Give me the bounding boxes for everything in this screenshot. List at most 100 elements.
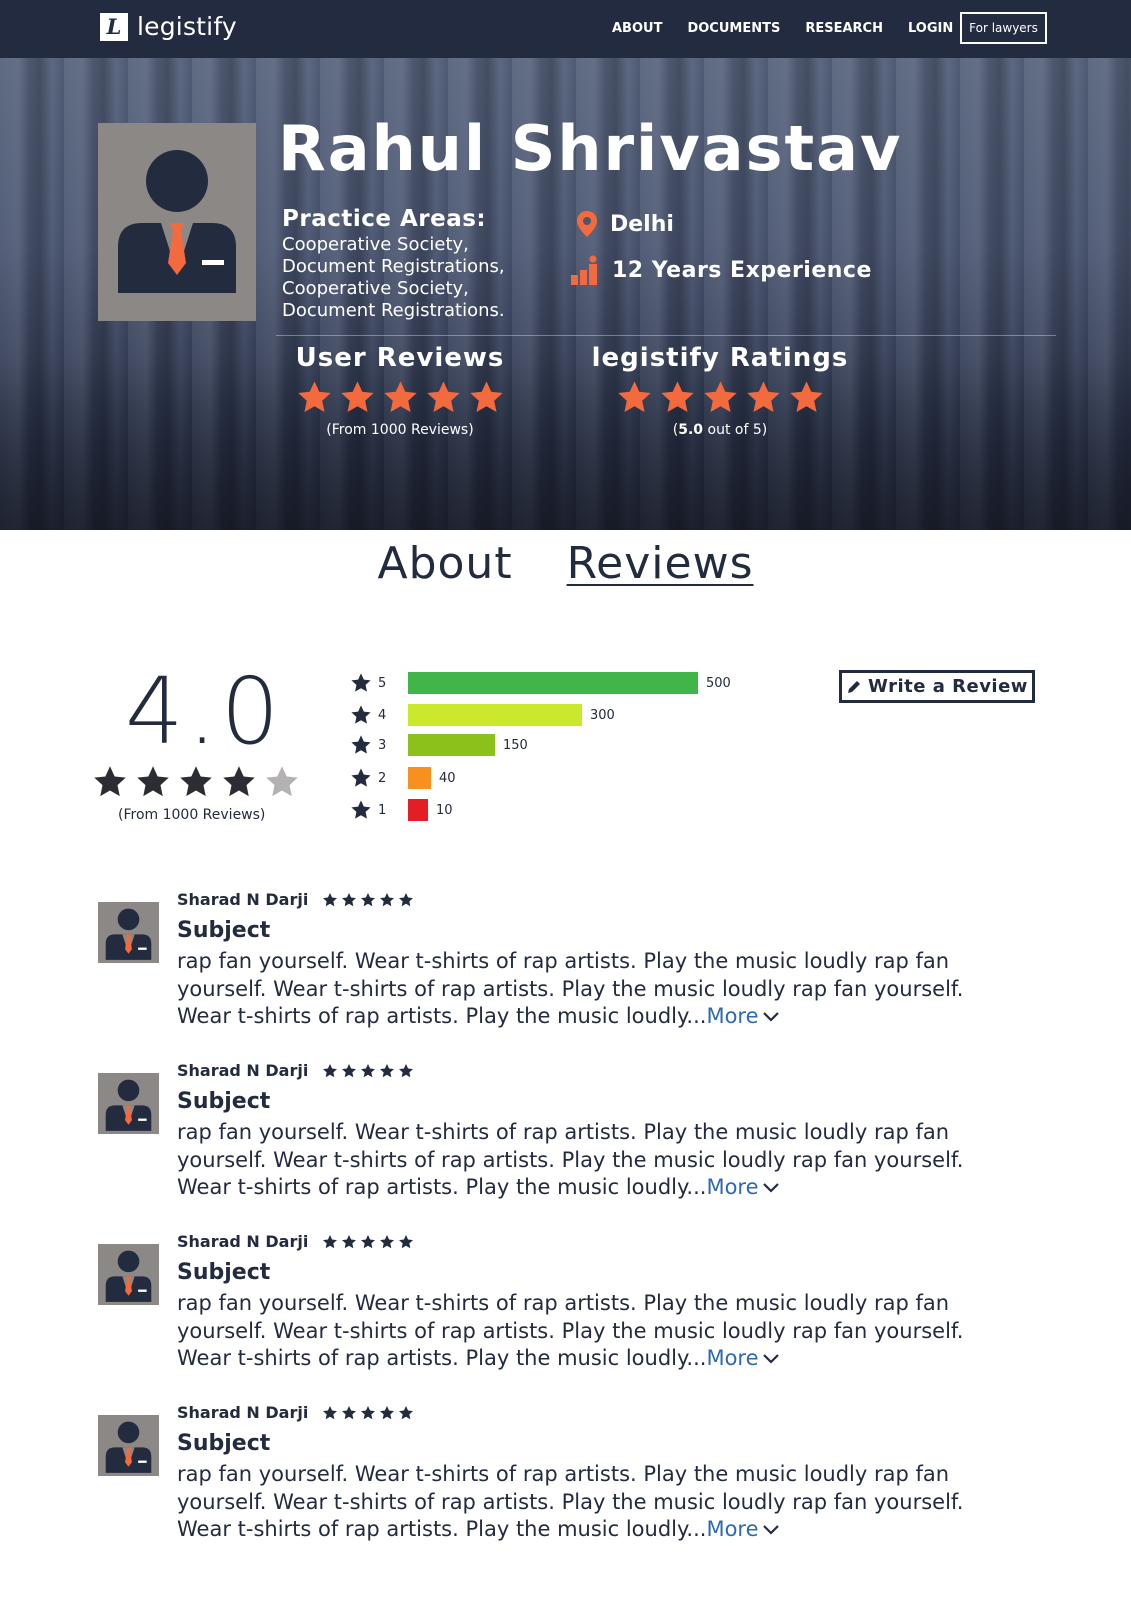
legistify-ratings-title: legistify Ratings [591,343,849,373]
reviewer-name-row: Sharad N Darji [177,1061,417,1080]
chevron-down-icon[interactable] [762,1183,779,1193]
legistify-score-suffix: out of 5) [703,422,768,438]
legistify-rating-stars [580,379,860,416]
review-subject: Subject [177,918,271,943]
star-icon [340,381,374,412]
review-stars [322,1234,417,1250]
user-reviews-title: User Reviews [295,343,505,373]
star-icon [351,673,371,692]
nav-link-about[interactable]: ABOUT [612,21,662,36]
star-icon [342,892,357,906]
review-body: rap fan yourself. Wear t-shirts of rap a… [177,1119,1017,1202]
reviewer-name-row: Sharad N Darji [177,1403,417,1422]
logo[interactable]: L legistify [100,12,237,41]
top-navbar: L legistify ABOUT DOCUMENTS RESEARCH LOG… [0,0,1131,58]
write-review-button[interactable]: Write a Review [839,670,1035,703]
reviewer-name: Sharad N Darji [177,1061,309,1080]
star-icon [380,1063,395,1077]
practice-area: Document Registrations. [282,300,505,321]
experience-text: 12 Years Experience [612,257,872,283]
star-icon [703,381,737,412]
lawyer-avatar [98,123,256,321]
reviewer-avatar [98,1073,159,1134]
rating-bar-label: 5 [378,675,387,691]
legistify-score-text: (5.0 out of 5) [580,422,860,438]
nav-link-login[interactable]: LOGIN [908,21,953,36]
review-more-link[interactable]: More [706,1004,758,1028]
star-icon [342,1063,357,1077]
star-icon [399,1234,414,1248]
rating-bar-row: 1 10 [350,797,453,823]
star-icon [351,705,371,724]
star-icon [789,381,823,412]
person-icon [118,150,236,293]
rating-bar-count: 150 [503,737,528,753]
hero-divider [276,335,1056,336]
tab-about[interactable]: About [377,538,512,589]
review-text: rap fan yourself. Wear t-shirts of rap a… [177,1291,964,1370]
practice-area: Cooperative Society, [282,234,469,255]
person-icon [105,1421,152,1473]
star-icon [380,892,395,906]
star-icon [266,766,298,797]
tab-reviews[interactable]: Reviews [567,538,754,589]
review-body: rap fan yourself. Wear t-shirts of rap a… [177,1290,1017,1373]
rating-bar-count: 40 [439,770,456,786]
rating-bar-count: 500 [706,675,731,691]
rating-bar [408,672,698,694]
rating-bar-row: 5 500 [350,670,731,696]
location-text: Delhi [610,211,674,237]
star-icon [323,892,338,906]
star-icon [223,766,255,797]
review-stars [322,1063,417,1079]
career-growth-icon [571,255,597,285]
average-rating: 4.0 [125,658,284,765]
review-subject: Subject [177,1089,271,1114]
nav-link-research[interactable]: RESEARCH [805,21,883,36]
rating-bar-row: 4 300 [350,702,615,728]
nav-links: ABOUT DOCUMENTS RESEARCH LOGIN [612,21,978,36]
total-reviews-text: (From 1000 Reviews) [118,807,266,823]
review-more-link[interactable]: More [706,1175,758,1199]
nav-link-documents[interactable]: DOCUMENTS [687,21,780,36]
rating-bar [408,704,582,726]
rating-bar-label: 4 [378,707,387,723]
review-more-link[interactable]: More [706,1346,758,1370]
star-icon [361,1063,376,1077]
person-icon [105,1250,152,1302]
chevron-down-icon[interactable] [762,1354,779,1364]
star-icon [361,1234,376,1248]
star-icon [323,1234,338,1248]
star-icon [323,1405,338,1419]
star-icon [137,766,169,797]
person-icon [105,908,152,960]
pencil-icon [848,680,861,693]
hero-shade [0,358,1131,530]
chevron-down-icon[interactable] [762,1012,779,1022]
reviewer-avatar [98,1244,159,1305]
average-rating-stars [92,764,307,800]
profile-hero: Rahul Shrivastav Practice Areas: Coopera… [0,58,1131,530]
reviewer-avatar [98,1415,159,1476]
logo-mark: L [100,12,128,41]
rating-bar-label: 3 [378,737,387,753]
review-stars [322,1405,417,1421]
user-reviews-count: (From 1000 Reviews) [326,422,474,438]
review-body: rap fan yourself. Wear t-shirts of rap a… [177,1461,1017,1544]
reviewer-name-row: Sharad N Darji [177,1232,417,1251]
review-more-link[interactable]: More [706,1517,758,1541]
for-lawyers-button[interactable]: For lawyers [960,12,1047,44]
star-icon [399,1405,414,1419]
review-text: rap fan yourself. Wear t-shirts of rap a… [177,1462,964,1541]
practice-areas-list: Cooperative Society, Document Registrati… [282,234,505,322]
star-icon [351,800,371,819]
review-body: rap fan yourself. Wear t-shirts of rap a… [177,948,1017,1031]
map-pin-icon [577,211,597,237]
profile-tabs: About Reviews [0,538,1131,589]
rating-bar-row: 2 40 [350,765,456,791]
review-text: rap fan yourself. Wear t-shirts of rap a… [177,1120,964,1199]
chevron-down-icon[interactable] [762,1525,779,1535]
star-icon [426,381,460,412]
user-reviews-block: User Reviews (From 1000 Reviews) [290,343,510,438]
review-subject: Subject [177,1260,271,1285]
